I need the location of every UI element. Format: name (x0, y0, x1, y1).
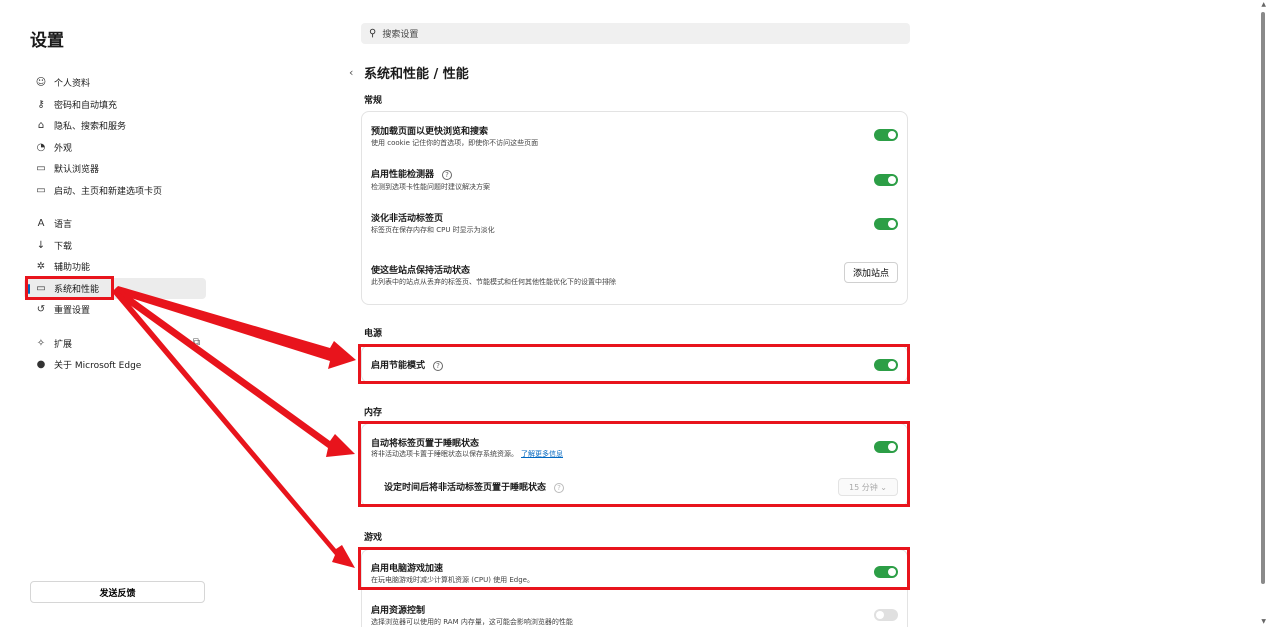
help-icon[interactable]: ? (442, 169, 453, 180)
setting-title: 启用资源控制 (371, 606, 426, 616)
scroll-up-icon[interactable]: ▲ (1261, 1, 1266, 8)
general-card: 预加载页面以更快浏览和搜索 使用 cookie 记住你的首选项，即使你不访问这些… (361, 111, 908, 305)
search-box[interactable]: ⚲ 搜索设置 (361, 23, 910, 44)
sidebar-item-extensions[interactable]: ✧ 扩展 ⧉ (24, 333, 206, 355)
sidebar-item-label: 扩展 (54, 339, 73, 350)
sidebar-item-profile[interactable]: ☺ 个人资料 (24, 72, 206, 94)
section-title-power: 电源 (364, 329, 383, 339)
setting-title-text: 启用性能检测器 (371, 170, 435, 180)
sidebar-item-label: 下载 (54, 241, 73, 252)
scrollbar-thumb[interactable] (1261, 12, 1265, 584)
setting-desc: 标签页在保存内存和 CPU 时显示为淡化 (371, 226, 495, 234)
sidebar: 设置 ☺ 个人资料 ⚷ 密码和自动填充 ⌂ 隐私、搜索和服务 ◔ 外观 ▭ 默认… (0, 0, 220, 627)
annotation-box-sidebar (25, 276, 114, 300)
key-icon: ⚷ (37, 98, 45, 110)
setting-desc: 检测到选项卡性能问题时建议解决方案 (371, 183, 490, 191)
language-icon: A (37, 218, 45, 230)
setting-row-preload: 预加载页面以更快浏览和搜索 使用 cookie 记住你的首选项，即使你不访问这些… (362, 112, 907, 155)
page-title: 系统和性能 / 性能 (364, 67, 469, 82)
sidebar-item-about[interactable]: ● 关于 Microsoft Edge (24, 354, 206, 376)
setting-title: 淡化非活动标签页 (371, 214, 444, 224)
download-icon: ↓ (36, 239, 46, 251)
performance-detector-toggle[interactable] (874, 174, 898, 186)
setting-title: 使这些站点保持活动状态 (371, 266, 471, 276)
scroll-down-icon[interactable]: ▼ (1261, 618, 1266, 625)
fade-tabs-toggle[interactable] (874, 218, 898, 230)
sidebar-item-passwords[interactable]: ⚷ 密码和自动填充 (24, 94, 206, 116)
sidebar-item-startup[interactable]: ▭ 启动、主页和新建选项卡页 (24, 180, 206, 202)
nav-gap (24, 321, 206, 333)
setting-row-fade-tabs: 淡化非活动标签页 标签页在保存内存和 CPU 时显示为淡化 (362, 199, 907, 243)
sidebar-nav: ☺ 个人资料 ⚷ 密码和自动填充 ⌂ 隐私、搜索和服务 ◔ 外观 ▭ 默认浏览器… (24, 72, 206, 376)
sidebar-item-label: 关于 Microsoft Edge (54, 361, 142, 372)
search-input[interactable]: 搜索设置 (382, 27, 418, 40)
annotation-box-gaming (358, 547, 910, 590)
scrollbar[interactable]: ▲ ▼ (1258, 0, 1268, 627)
sidebar-item-label: 隐私、搜索和服务 (54, 122, 127, 133)
feedback-button[interactable]: 发送反馈 (30, 581, 205, 603)
sidebar-item-default-browser[interactable]: ▭ 默认浏览器 (24, 158, 206, 180)
setting-desc: 使用 cookie 记住你的首选项，即使你不访问这些页面 (371, 139, 539, 147)
app-title: 设置 (30, 31, 64, 51)
back-chevron-icon[interactable]: ‹ (349, 66, 353, 79)
sidebar-item-label: 默认浏览器 (54, 165, 100, 176)
appearance-icon: ◔ (36, 141, 46, 153)
sidebar-item-privacy[interactable]: ⌂ 隐私、搜索和服务 (24, 115, 206, 137)
home-icon: ▭ (36, 184, 46, 196)
section-title-general: 常规 (364, 96, 383, 106)
annotation-box-memory (358, 421, 910, 507)
sidebar-item-appearance[interactable]: ◔ 外观 (24, 137, 206, 159)
puzzle-icon: ✧ (36, 337, 46, 349)
nav-gap (24, 201, 206, 213)
lock-icon: ⌂ (37, 120, 45, 132)
add-site-button[interactable]: 添加站点 (843, 262, 898, 283)
sidebar-item-label: 个人资料 (54, 79, 91, 90)
setting-desc: 此列表中的站点从丢弃的标签页、节能模式和任何其他性能优化下的设置中排除 (371, 278, 616, 286)
sidebar-item-label: 外观 (54, 143, 73, 154)
sidebar-item-language[interactable]: A 语言 (24, 213, 206, 235)
sidebar-item-label: 重置设置 (54, 306, 91, 317)
sidebar-item-label: 启动、主页和新建选项卡页 (54, 186, 163, 197)
section-title-gaming: 游戏 (364, 533, 383, 543)
sidebar-item-downloads[interactable]: ↓ 下载 (24, 235, 206, 257)
setting-row-performance-detector: 启用性能检测器? 检测到选项卡性能问题时建议解决方案 (362, 155, 907, 199)
accessibility-icon: ✲ (36, 261, 46, 273)
reset-icon: ↺ (36, 304, 46, 316)
resource-control-toggle[interactable] (874, 609, 898, 621)
edge-logo-icon: ● (36, 359, 46, 371)
setting-desc: 选择浏览器可以使用的 RAM 内存量，这可能会影响浏览器的性能 (371, 618, 573, 626)
search-icon: ⚲ (369, 28, 377, 39)
sidebar-item-label: 语言 (54, 220, 73, 231)
setting-row-resource-control: 启用资源控制 选择浏览器可以使用的 RAM 内存量，这可能会影响浏览器的性能 (362, 591, 907, 627)
browser-icon: ▭ (36, 163, 46, 175)
sidebar-item-label: 辅助功能 (54, 263, 91, 274)
sidebar-item-accessibility[interactable]: ✲ 辅助功能 (24, 256, 206, 278)
preload-toggle[interactable] (874, 129, 898, 141)
external-link-icon: ⧉ (192, 336, 200, 348)
setting-title: 预加载页面以更快浏览和搜索 (371, 127, 489, 137)
annotation-box-power (358, 344, 910, 384)
section-title-memory: 内存 (364, 408, 383, 418)
setting-row-keep-active: 使这些站点保持活动状态 此列表中的站点从丢弃的标签页、节能模式和任何其他性能优化… (362, 243, 907, 306)
setting-title: 启用性能检测器? (371, 167, 453, 180)
sidebar-item-label: 密码和自动填充 (54, 100, 118, 111)
sidebar-item-reset[interactable]: ↺ 重置设置 (24, 299, 206, 321)
profile-icon: ☺ (35, 77, 47, 89)
